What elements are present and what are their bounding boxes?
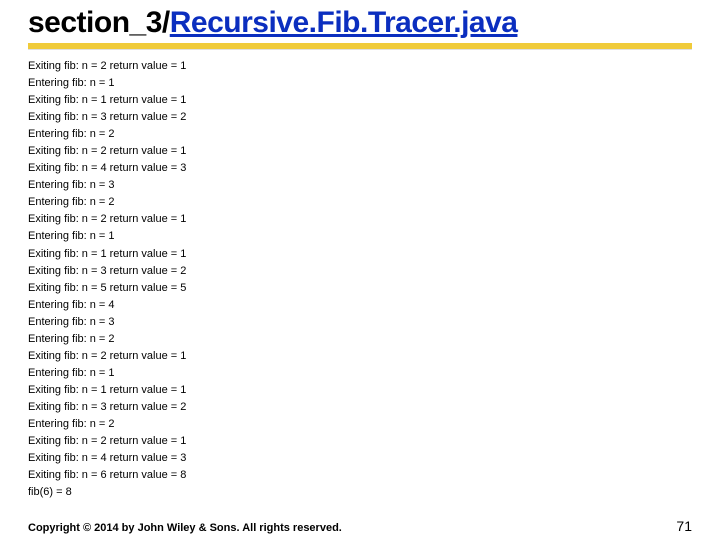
trace-line: Exiting fib: n = 6 return value = 8 xyxy=(28,467,692,484)
trace-line: Exiting fib: n = 2 return value = 1 xyxy=(28,58,692,75)
title-prefix: section_3/ xyxy=(28,6,170,39)
copyright-text: Copyright © 2014 by John Wiley & Sons. A… xyxy=(28,522,342,534)
trace-line: Entering fib: n = 2 xyxy=(28,331,692,348)
title-divider xyxy=(28,43,692,50)
trace-line: Exiting fib: n = 3 return value = 2 xyxy=(28,263,692,280)
trace-line: Entering fib: n = 4 xyxy=(28,297,692,314)
trace-line: fib(6) = 8 xyxy=(28,484,692,501)
trace-line: Exiting fib: n = 1 return value = 1 xyxy=(28,246,692,263)
trace-line: Entering fib: n = 1 xyxy=(28,75,692,92)
trace-line: Exiting fib: n = 5 return value = 5 xyxy=(28,280,692,297)
page-number: 71 xyxy=(676,518,692,534)
trace-line: Exiting fib: n = 3 return value = 2 xyxy=(28,399,692,416)
trace-line: Exiting fib: n = 1 return value = 1 xyxy=(28,92,692,109)
trace-line: Entering fib: n = 2 xyxy=(28,416,692,433)
trace-line: Exiting fib: n = 4 return value = 3 xyxy=(28,160,692,177)
trace-line: Entering fib: n = 3 xyxy=(28,314,692,331)
trace-line: Entering fib: n = 2 xyxy=(28,126,692,143)
trace-line: Exiting fib: n = 2 return value = 1 xyxy=(28,211,692,228)
trace-line: Exiting fib: n = 2 return value = 1 xyxy=(28,433,692,450)
trace-line: Exiting fib: n = 3 return value = 2 xyxy=(28,109,692,126)
trace-line: Entering fib: n = 3 xyxy=(28,177,692,194)
trace-output: Exiting fib: n = 2 return value = 1Enter… xyxy=(0,58,720,501)
footer: Copyright © 2014 by John Wiley & Sons. A… xyxy=(28,518,692,534)
title-link[interactable]: Recursive.Fib.Tracer.java xyxy=(170,6,518,39)
trace-line: Exiting fib: n = 1 return value = 1 xyxy=(28,382,692,399)
trace-line: Entering fib: n = 1 xyxy=(28,365,692,382)
trace-line: Exiting fib: n = 2 return value = 1 xyxy=(28,348,692,365)
trace-line: Exiting fib: n = 4 return value = 3 xyxy=(28,450,692,467)
trace-line: Exiting fib: n = 2 return value = 1 xyxy=(28,143,692,160)
title-bar: section_3/Recursive.Fib.Tracer.java xyxy=(0,0,720,39)
trace-line: Entering fib: n = 2 xyxy=(28,194,692,211)
trace-line: Entering fib: n = 1 xyxy=(28,228,692,245)
page-title: section_3/Recursive.Fib.Tracer.java xyxy=(28,6,692,39)
